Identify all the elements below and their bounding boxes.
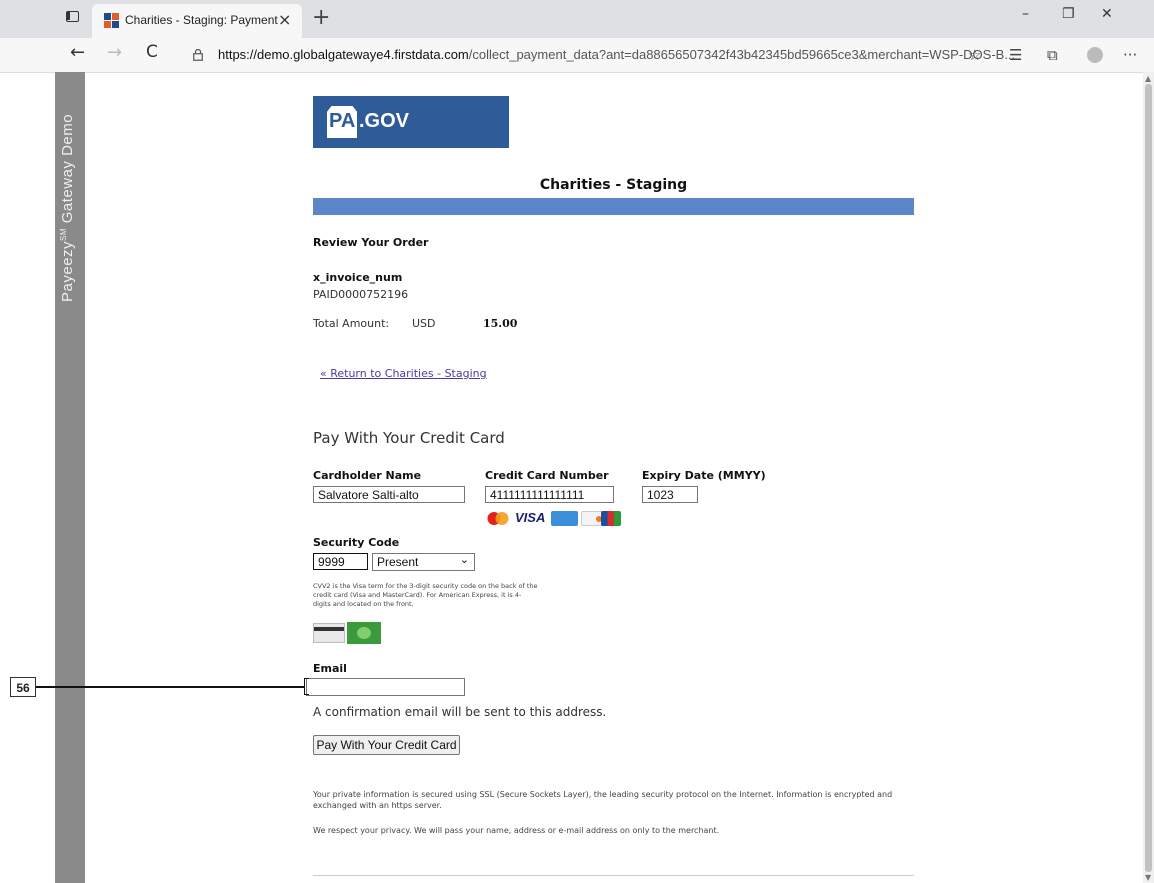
email-hint: A confirmation email will be sent to thi…	[313, 705, 607, 719]
browser-tab-bar: Charities - Staging: Payment × + – ❐ ✕	[0, 0, 1154, 38]
amex-front-cvv-icon	[347, 622, 381, 644]
address-bar: ← → C https://demo.globalgatewaye4.first…	[0, 38, 1154, 73]
card-number-input[interactable]: 4111111111111111	[485, 486, 614, 503]
invoice-value: PAID0000752196	[313, 288, 409, 301]
amex-icon	[551, 511, 578, 526]
page-scrollbar[interactable]: ▲ ▼	[1143, 72, 1154, 883]
gateway-demo-banner: PayeezySM Gateway Demo	[55, 72, 85, 883]
minimize-button[interactable]: –	[1022, 6, 1029, 22]
more-icon[interactable]: ···	[1123, 46, 1137, 64]
pay-with-credit-card-button[interactable]: Pay With Your Credit Card	[313, 735, 460, 755]
logo-gov: .GOV	[359, 110, 410, 132]
payment-heading: Pay With Your Credit Card	[313, 429, 505, 447]
back-button[interactable]: ←	[70, 42, 85, 63]
url-path: /collect_payment_data?ant=da88656507342f…	[468, 47, 1016, 62]
annotation-bracket	[304, 678, 309, 695]
security-code-label: Security Code	[313, 536, 400, 549]
browser-tab[interactable]: Charities - Staging: Payment ×	[92, 4, 302, 38]
pa-gov-logo: PA .GOV	[313, 96, 509, 148]
visa-icon: VISA	[515, 510, 546, 525]
currency: USD	[412, 317, 436, 330]
profile-icon[interactable]	[1087, 47, 1103, 63]
scrollbar-thumb[interactable]	[1145, 84, 1152, 872]
banner-text-b: Gateway Demo	[59, 113, 76, 228]
logo-pa: PA	[329, 110, 356, 132]
forward-button[interactable]: →	[107, 42, 122, 63]
invoice-label: x_invoice_num	[313, 271, 403, 284]
mastercard-icon	[485, 511, 511, 526]
refresh-button[interactable]: C	[146, 42, 158, 62]
cvv-note: CVV2 is the Visa term for the 3-digit se…	[313, 582, 538, 608]
privacy-note: We respect your privacy. We will pass yo…	[313, 826, 720, 835]
site-info-icon[interactable]	[193, 49, 203, 61]
scroll-down-icon[interactable]: ▼	[1145, 873, 1151, 882]
total-amount-label: Total Amount:	[313, 317, 390, 330]
header-band	[313, 198, 914, 215]
total-amount: 15.00	[483, 317, 518, 330]
merchant-title: Charities - Staging	[539, 177, 688, 193]
footer-divider	[313, 875, 914, 876]
banner-text-a: Payeezy	[59, 240, 76, 302]
cvv-presence-select[interactable]: Present ⌄	[372, 553, 475, 571]
cardholder-name-input[interactable]: Salvatore Salti-alto	[313, 486, 465, 503]
url-host: https://demo.globalgatewaye4.firstdata.c…	[218, 47, 469, 62]
review-heading: Review Your Order	[313, 236, 429, 249]
site-favicon-icon	[104, 13, 119, 28]
expiry-input[interactable]: 1023	[642, 486, 698, 503]
url-field[interactable]: https://demo.globalgatewaye4.firstdata.c…	[218, 47, 1015, 62]
return-link[interactable]: « Return to Charities - Staging	[320, 367, 487, 380]
security-code-input[interactable]: 9999	[313, 553, 368, 570]
card-back-cvv-icon	[313, 623, 345, 643]
new-tab-button[interactable]: +	[312, 5, 330, 30]
banner-sup: SM	[59, 227, 68, 241]
email-label: Email	[313, 662, 347, 675]
favorites-icon[interactable]: ☰	[1009, 46, 1022, 64]
card-number-label: Credit Card Number	[485, 469, 609, 482]
favorites-add-icon[interactable]: ☆	[968, 46, 981, 64]
cardholder-label: Cardholder Name	[313, 469, 422, 482]
scroll-up-icon[interactable]: ▲	[1145, 74, 1151, 83]
annotation-line	[36, 686, 305, 688]
cvv-presence-value: Present	[377, 555, 419, 569]
jcb-icon	[601, 511, 621, 526]
close-tab-icon[interactable]: ×	[278, 10, 291, 29]
banner-text: PayeezySM Gateway Demo	[59, 114, 76, 302]
ssl-note: Your private information is secured usin…	[313, 790, 893, 810]
collections-icon[interactable]: ⧉	[1047, 46, 1058, 64]
chevron-down-icon: ⌄	[459, 553, 469, 566]
restore-button[interactable]: ❐	[1062, 6, 1075, 22]
email-input[interactable]	[306, 678, 465, 696]
close-window-button[interactable]: ✕	[1101, 6, 1113, 22]
expiry-label: Expiry Date (MMYY)	[642, 469, 766, 482]
tab-actions-icon[interactable]	[66, 11, 79, 22]
tab-title: Charities - Staging: Payment	[125, 13, 278, 27]
annotation-label: 56	[10, 677, 36, 697]
